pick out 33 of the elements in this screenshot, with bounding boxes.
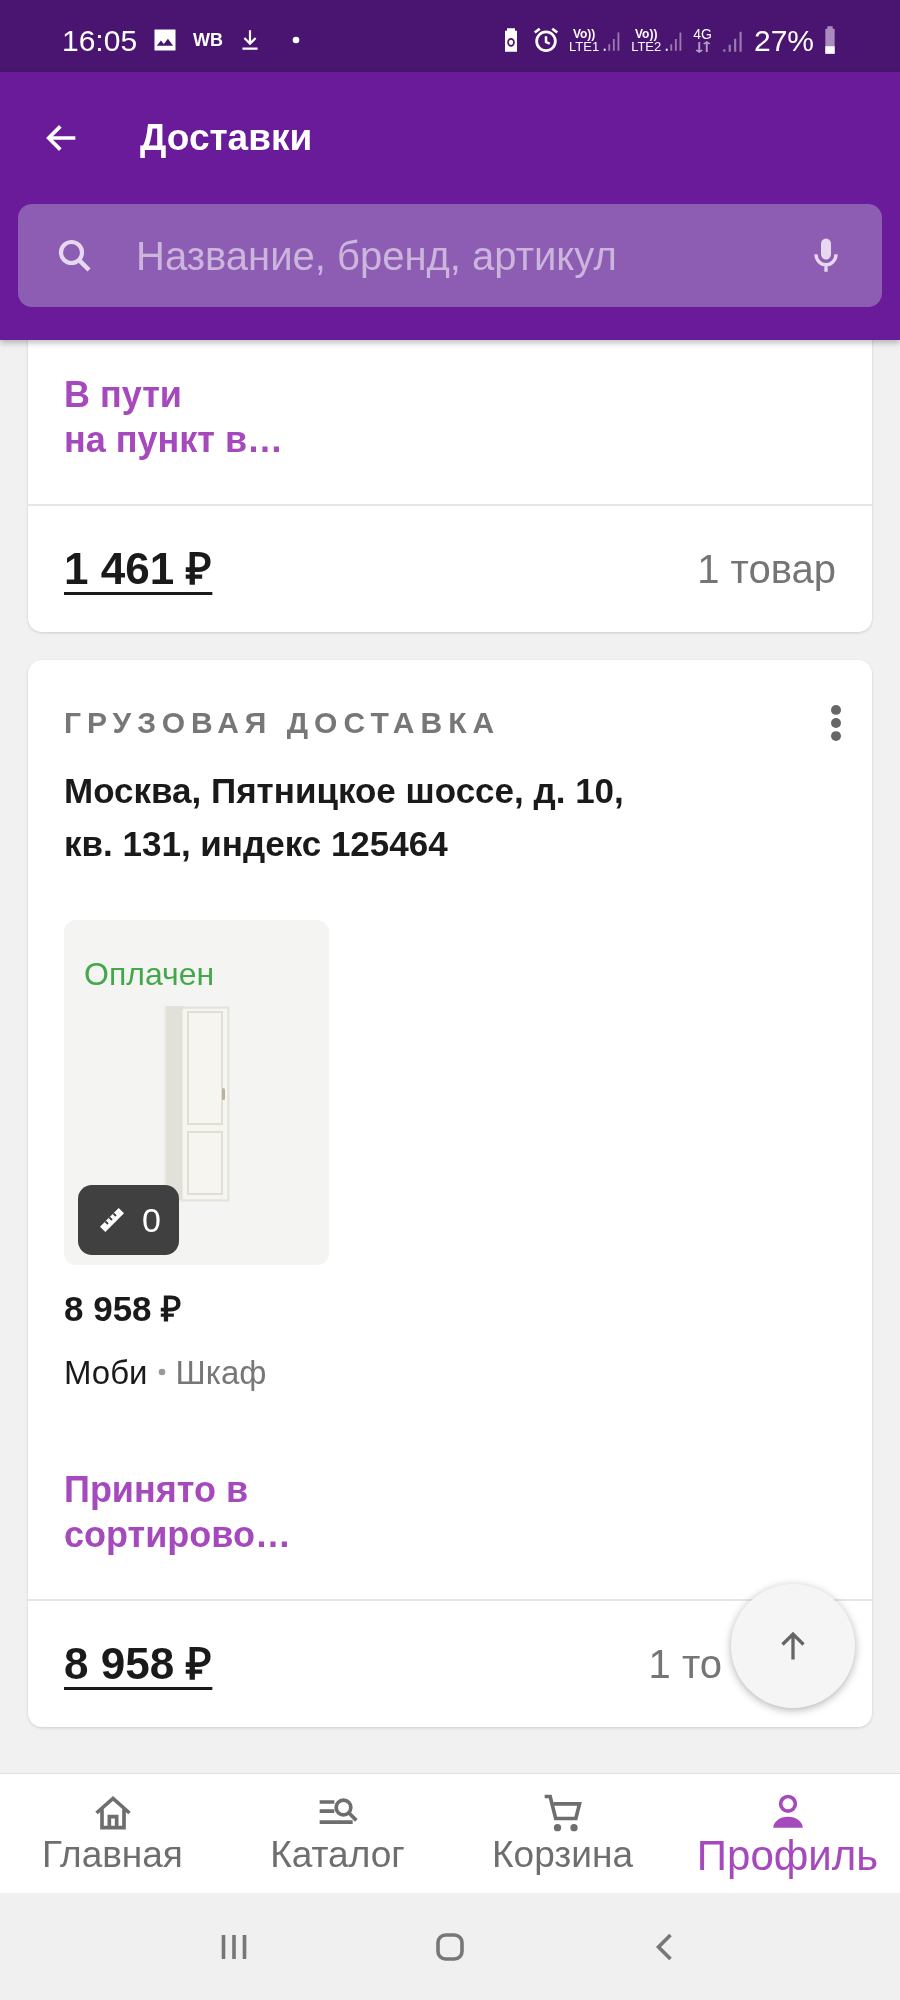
product-name: Шкаф [175, 1352, 267, 1393]
volte-label: Vo)) [572, 28, 596, 40]
delivery-address: Москва, Пятницкое шоссе, д. 10, кв. 131, индекс 125464 [63, 770, 625, 865]
payment-status: Оплачен [84, 955, 215, 994]
notification-text: WB [193, 28, 224, 52]
battery-percent: 27% [753, 22, 814, 59]
network-label: LTE2 [631, 40, 662, 53]
product-price: 8 958 ₽ [64, 1288, 183, 1330]
delivery-type-label: ГРУЗОВАЯ ДОСТАВКА [64, 705, 501, 741]
status-time: 16:05 [62, 22, 138, 59]
page-title: Доставки [140, 116, 313, 161]
total-price[interactable]: 8 958 ₽ [64, 1631, 213, 1697]
total-price[interactable]: 1 461 ₽ [64, 536, 213, 602]
item-count: 1 то [648, 1641, 722, 1688]
product-brand: Моби [64, 1352, 148, 1393]
dot-icon [291, 35, 302, 45]
network-label: LTE1 [569, 40, 600, 53]
nav-tab[interactable]: Главная [0, 1774, 225, 1893]
data-arrows-icon [693, 41, 712, 53]
item-count: 1 товар [697, 546, 836, 593]
separator-dot-icon [157, 1368, 166, 1377]
nav-tab[interactable]: Корзина [450, 1774, 675, 1893]
search-bar[interactable]: Название, бренд, артикул [18, 204, 882, 307]
nav-tab[interactable]: Профиль [675, 1774, 900, 1893]
badge-count: 0 [142, 1199, 161, 1241]
more-vertical-icon [831, 704, 841, 741]
delivery-status: Принято в сортирово… [63, 1468, 292, 1557]
search-input[interactable]: Название, бренд, артикул [136, 225, 806, 286]
volte-label: Vo)) [635, 28, 658, 40]
nav-tab[interactable]: Каталог [225, 1774, 450, 1893]
data-type-label: 4G [693, 27, 712, 41]
battery-icon [822, 25, 838, 55]
delivery-status: В пути на пункт в… [63, 373, 285, 462]
